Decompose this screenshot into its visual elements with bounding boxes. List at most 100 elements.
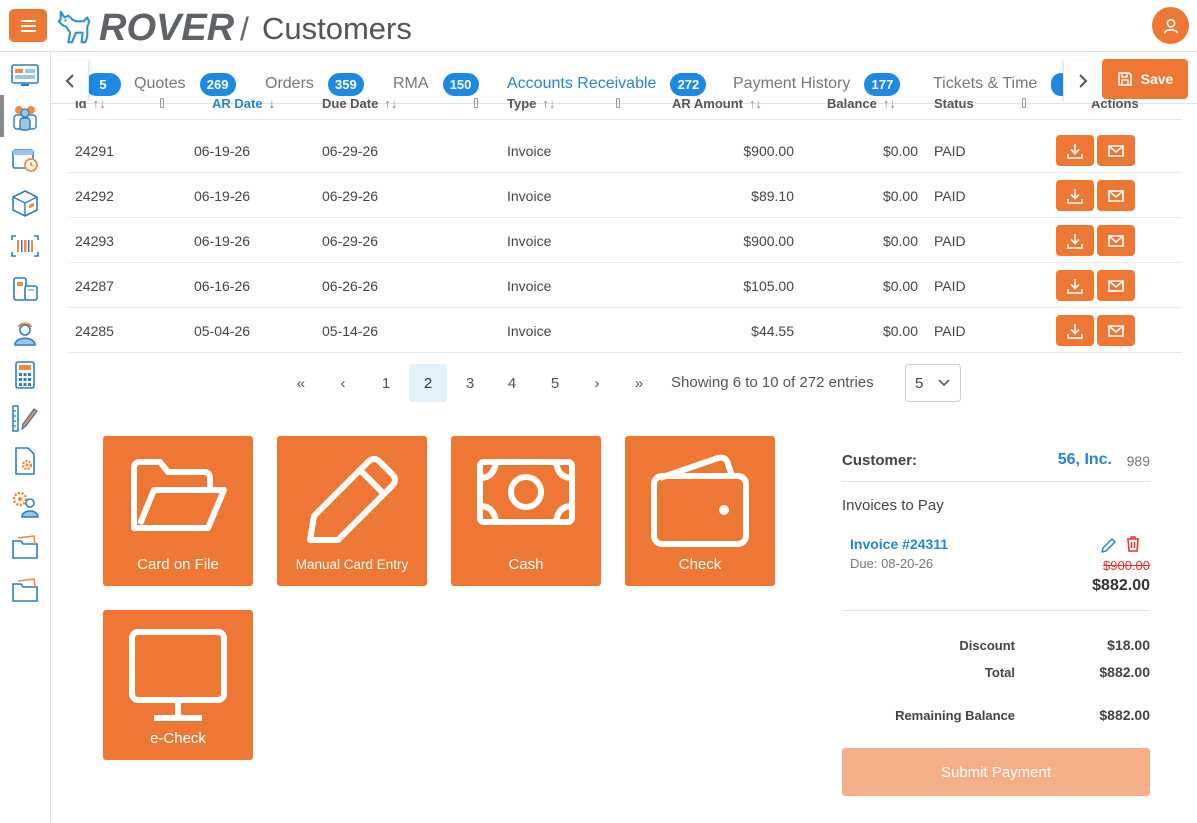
email-button[interactable] [1097, 225, 1135, 256]
next-page-button[interactable]: › [578, 364, 616, 402]
page-button[interactable]: 1 [367, 364, 405, 402]
cell-id: 24287 [75, 278, 114, 294]
email-button[interactable] [1097, 180, 1135, 211]
user-avatar-button[interactable] [1152, 7, 1189, 44]
tabs-scroll-right-button[interactable] [1063, 61, 1101, 101]
sidebar-item-schedule[interactable] [8, 143, 42, 177]
tab-label: Tickets & Time [933, 75, 1038, 92]
email-button[interactable] [1097, 270, 1135, 301]
sidebar-item-design[interactable] [8, 401, 42, 435]
table-row[interactable]: 24293 06-19-26 06-29-26 Invoice $900.00 … [67, 218, 1182, 263]
customer-name-link[interactable]: 56, Inc. [1058, 451, 1112, 469]
edit-icon[interactable] [1100, 536, 1118, 554]
column-header-ar-date[interactable]: AR Date ↓ [212, 96, 275, 111]
card-on-file-tile[interactable]: Card on File [103, 436, 253, 586]
manual-card-entry-tile[interactable]: Manual Card Entry [277, 436, 427, 586]
submit-payment-button[interactable]: Submit Payment [842, 748, 1150, 796]
last-page-button[interactable]: » [620, 364, 658, 402]
column-filter-icon[interactable] [474, 98, 478, 108]
discount-label: Discount [959, 638, 1015, 653]
email-button[interactable] [1097, 135, 1135, 166]
page-button[interactable]: 3 [451, 364, 489, 402]
box-icon [12, 190, 38, 217]
folder-icon [131, 459, 227, 531]
cash-tile[interactable]: Cash [451, 436, 601, 586]
download-button[interactable] [1056, 315, 1094, 346]
first-page-button[interactable]: « [282, 364, 320, 402]
column-header-balance[interactable]: Balance ↑↓ [827, 96, 896, 111]
tab-overview[interactable]: 5 [85, 71, 121, 97]
sidebar-item-customers[interactable] [8, 100, 42, 134]
table-row[interactable]: 24291 06-19-26 06-29-26 Invoice $900.00 … [67, 128, 1182, 173]
dashboard-icon [11, 64, 39, 86]
cell-balance: $0.00 [882, 233, 918, 249]
download-icon [1067, 323, 1083, 339]
page-button[interactable]: 5 [536, 364, 574, 402]
email-button[interactable] [1097, 315, 1135, 346]
invoices-to-pay-heading: Invoices to Pay [842, 497, 944, 514]
column-header-status[interactable]: Status [934, 96, 974, 111]
table-row[interactable]: 24285 05-04-26 05-14-26 Invoice $44.55 $… [67, 308, 1182, 353]
column-filter-icon[interactable] [616, 98, 620, 108]
technician-icon [14, 322, 36, 346]
sidebar-item-settings-docs[interactable] [8, 444, 42, 478]
cell-due-date: 06-29-26 [322, 188, 379, 204]
discount-value: $18.00 [1107, 637, 1150, 653]
table-row[interactable]: 24287 06-16-26 06-26-26 Invoice $105.00 … [67, 263, 1182, 308]
tab-rma[interactable]: RMA 150 [393, 71, 479, 97]
column-header-type[interactable]: Type ↑↓ [507, 96, 555, 111]
sidebar-item-archive[interactable] [8, 573, 42, 607]
invoice-link[interactable]: Invoice #24311 [850, 536, 948, 552]
tab-label: Payment History [733, 75, 851, 92]
sidebar-item-folders[interactable] [8, 530, 42, 564]
sidebar-item-products[interactable] [8, 186, 42, 220]
sort-icon: ↑↓ [882, 96, 896, 111]
tab-orders[interactable]: Orders 359 [265, 71, 364, 97]
envelope-icon [1108, 279, 1124, 292]
cell-ar-amount: $89.10 [751, 188, 794, 204]
page-button[interactable]: 4 [493, 364, 531, 402]
download-button[interactable] [1056, 270, 1094, 301]
sidebar-item-devices[interactable] [8, 272, 42, 306]
sidebar-item-technicians[interactable] [8, 315, 42, 349]
total-value: $882.00 [1099, 664, 1150, 680]
tile-label: Check [678, 556, 722, 573]
column-header-ar-amount[interactable]: AR Amount ↑↓ [672, 96, 762, 111]
cell-due-date: 06-26-26 [322, 278, 379, 294]
cell-id: 24292 [75, 188, 114, 204]
cell-status: PAID [934, 278, 966, 294]
title-separator: / [240, 11, 249, 47]
download-button[interactable] [1056, 180, 1094, 211]
chevron-down-icon [938, 379, 950, 387]
trash-icon[interactable] [1125, 535, 1141, 553]
tabs-scroll-left-button[interactable] [51, 61, 89, 101]
e-check-tile[interactable]: e-Check [103, 610, 253, 760]
calculator-icon [15, 361, 35, 389]
column-filter-icon[interactable] [160, 98, 164, 108]
check-tile[interactable]: Check [625, 436, 775, 586]
page-button-current[interactable]: 2 [409, 364, 447, 402]
tab-accounts-receivable[interactable]: Accounts Receivable 272 [507, 71, 707, 97]
cash-icon [477, 459, 575, 525]
tab-label: Quotes [134, 75, 186, 92]
sidebar-item-calculator[interactable] [8, 358, 42, 392]
prev-page-button[interactable]: ‹ [324, 364, 362, 402]
page-size-select[interactable]: 5 [905, 364, 961, 402]
column-filter-icon[interactable] [1022, 98, 1026, 108]
sidebar-item-dashboard[interactable] [8, 58, 42, 92]
ruler-pencil-icon [12, 405, 38, 432]
column-header-due-date[interactable]: Due Date ↑↓ [322, 96, 397, 111]
tab-payment-history[interactable]: Payment History 177 [733, 71, 901, 97]
tab-quotes[interactable]: Quotes 269 [134, 71, 236, 97]
menu-toggle-button[interactable] [9, 9, 47, 42]
table-row[interactable]: 24292 06-19-26 06-29-26 Invoice $89.10 $… [67, 173, 1182, 218]
envelope-icon [1108, 189, 1124, 202]
save-button[interactable]: Save [1102, 59, 1188, 99]
cell-ar-date: 05-04-26 [194, 323, 251, 339]
sidebar-item-inventory[interactable] [8, 229, 42, 263]
tab-tickets-time[interactable]: Tickets & Time [933, 71, 1072, 97]
download-button[interactable] [1056, 135, 1094, 166]
sidebar-item-user-settings[interactable] [8, 487, 42, 521]
download-button[interactable] [1056, 225, 1094, 256]
tab-count-badge: 269 [199, 72, 236, 96]
